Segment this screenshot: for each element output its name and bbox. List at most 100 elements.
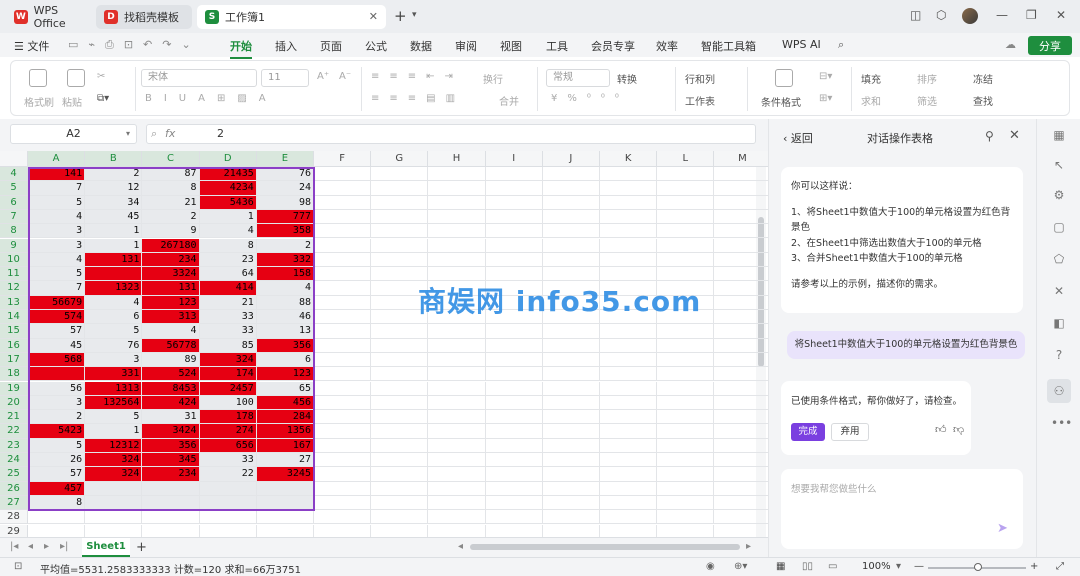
cell-e21[interactable]: 284 xyxy=(256,410,314,425)
cell-b10[interactable]: 131 xyxy=(85,252,143,268)
cell-k25[interactable] xyxy=(600,467,658,482)
cell-i26[interactable] xyxy=(485,481,543,496)
cell-l25[interactable] xyxy=(657,467,715,482)
normal-view-icon[interactable]: ▦ xyxy=(776,561,785,572)
cell-f29[interactable] xyxy=(314,524,372,537)
cell-e23[interactable]: 167 xyxy=(256,438,314,453)
row-header-12[interactable]: 12 xyxy=(0,281,28,296)
fill-label[interactable]: 填充 xyxy=(861,71,881,86)
cell-h27[interactable] xyxy=(428,495,486,511)
convert-label[interactable]: 转换 xyxy=(617,71,637,86)
cell-a17[interactable]: 568 xyxy=(28,352,86,368)
cell-h4[interactable] xyxy=(428,167,486,182)
chevron-down-icon[interactable]: ▾ xyxy=(412,10,417,20)
cell-e6[interactable]: 98 xyxy=(256,195,314,210)
cell-b17[interactable]: 3 xyxy=(85,352,143,368)
chat-input-box[interactable]: 想要我帮您做些什么 ➤ xyxy=(781,469,1023,549)
cell-b18[interactable]: 331 xyxy=(85,367,143,382)
cell-j16[interactable] xyxy=(542,338,600,353)
cell-g10[interactable] xyxy=(371,252,429,268)
cell-b24[interactable]: 324 xyxy=(85,453,143,468)
cell-h29[interactable] xyxy=(428,524,486,537)
cell-k7[interactable] xyxy=(600,209,658,225)
cell-c22[interactable]: 3424 xyxy=(142,424,200,439)
cell-g28[interactable] xyxy=(371,510,429,525)
example-item[interactable]: 2、在Sheet1中筛选出数值大于100的单元格 xyxy=(791,236,1013,252)
cell-l27[interactable] xyxy=(657,495,715,511)
cell-k5[interactable] xyxy=(600,181,658,196)
cell-f18[interactable] xyxy=(314,367,372,382)
cell-h16[interactable] xyxy=(428,338,486,353)
horizontal-scrollbar[interactable] xyxy=(470,544,740,550)
column-header-f[interactable]: F xyxy=(314,151,372,167)
cell-h25[interactable] xyxy=(428,467,486,482)
column-header-k[interactable]: K xyxy=(600,151,658,167)
cell-g22[interactable] xyxy=(371,424,429,439)
cell-l17[interactable] xyxy=(657,352,715,368)
cell-g5[interactable] xyxy=(371,181,429,196)
cell-i21[interactable] xyxy=(485,410,543,425)
cell-e24[interactable]: 27 xyxy=(256,453,314,468)
tab-page[interactable]: 页面 xyxy=(320,38,342,54)
cell-e19[interactable]: 65 xyxy=(256,381,314,396)
quick-access-icons[interactable]: ▭⌁⎙⊡↶↷⌄ xyxy=(68,38,201,52)
cell-m25[interactable] xyxy=(714,467,768,482)
cell-e27[interactable] xyxy=(256,495,314,511)
cell-i17[interactable] xyxy=(485,352,543,368)
comment-icon[interactable]: ▢ xyxy=(1051,219,1067,235)
cell-m15[interactable] xyxy=(714,324,768,339)
cell-k10[interactable] xyxy=(600,252,658,268)
cell-c13[interactable]: 123 xyxy=(142,295,200,310)
cell-d6[interactable]: 5436 xyxy=(199,195,257,210)
cell-a28[interactable] xyxy=(28,510,86,525)
row-header-27[interactable]: 27 xyxy=(0,495,28,511)
minimize-icon[interactable]: — xyxy=(996,8,1008,22)
new-tab-icon[interactable]: + xyxy=(394,7,407,25)
cell-f23[interactable] xyxy=(314,438,372,453)
cell-m19[interactable] xyxy=(714,382,768,396)
select-cursor-icon[interactable]: ↖ xyxy=(1051,157,1067,173)
cell-j18[interactable] xyxy=(542,367,600,382)
cell-m26[interactable] xyxy=(714,482,768,496)
cell-f14[interactable] xyxy=(314,310,372,325)
cell-d25[interactable]: 22 xyxy=(199,467,257,482)
cell-b22[interactable]: 1 xyxy=(85,424,143,439)
cell-i5[interactable] xyxy=(485,181,543,196)
cell-k23[interactable] xyxy=(600,438,658,453)
add-sheet-icon[interactable]: + xyxy=(136,540,147,555)
cell-a24[interactable]: 26 xyxy=(28,453,86,468)
cell-i24[interactable] xyxy=(485,453,543,468)
filter-label[interactable]: 筛选 xyxy=(917,93,937,108)
cut-icon[interactable]: ✂ xyxy=(97,71,105,82)
cell-a10[interactable]: 4 xyxy=(28,252,86,268)
cell-b6[interactable]: 34 xyxy=(85,195,143,210)
cell-d13[interactable]: 21 xyxy=(199,295,257,310)
cell-g8[interactable] xyxy=(371,224,429,239)
cell-d12[interactable]: 414 xyxy=(199,281,257,296)
cell-j24[interactable] xyxy=(542,453,600,468)
cell-l10[interactable] xyxy=(657,252,715,268)
row-header-11[interactable]: 11 xyxy=(0,267,28,282)
cell-e15[interactable]: 13 xyxy=(256,324,314,339)
cell-a4[interactable]: 141 xyxy=(28,167,86,182)
cell-j17[interactable] xyxy=(542,352,600,368)
fullscreen-icon[interactable]: ⤢ xyxy=(1056,561,1064,572)
eye-icon[interactable]: ◉ xyxy=(706,561,715,572)
row-header-9[interactable]: 9 xyxy=(0,238,28,253)
cell-l19[interactable] xyxy=(657,381,715,396)
cell-a12[interactable]: 7 xyxy=(28,281,86,296)
formula-input[interactable]: ⌕ fx 2 xyxy=(146,124,756,144)
window-layout-icon[interactable]: ◫ xyxy=(910,8,921,22)
cell-f7[interactable] xyxy=(314,209,372,225)
cell-c20[interactable]: 424 xyxy=(142,395,200,411)
pin-icon[interactable]: ⚲ xyxy=(985,129,994,143)
help-icon[interactable]: ? xyxy=(1051,347,1067,363)
cell-d11[interactable]: 64 xyxy=(199,267,257,282)
cell-m4[interactable] xyxy=(714,167,768,182)
increase-font-icon[interactable]: A⁺ xyxy=(317,71,329,82)
cell-a15[interactable]: 57 xyxy=(28,324,86,339)
row-col-label[interactable]: 行和列 xyxy=(685,71,715,86)
cell-i20[interactable] xyxy=(485,395,543,411)
cell-c4[interactable]: 87 xyxy=(142,167,200,182)
cell-e20[interactable]: 456 xyxy=(256,395,314,411)
